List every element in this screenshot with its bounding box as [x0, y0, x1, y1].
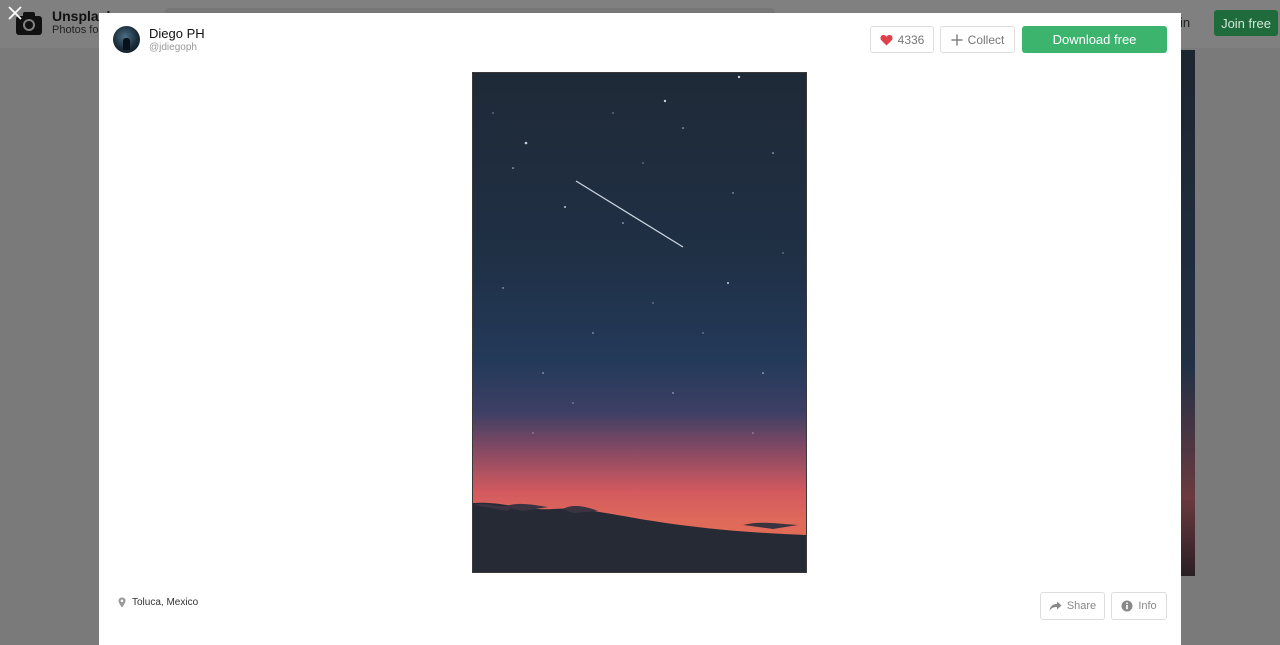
close-icon[interactable]	[6, 4, 24, 22]
location-label: Toluca, Mexico	[132, 597, 199, 608]
user-handle[interactable]: @jdiegoph	[149, 42, 197, 53]
location[interactable]: Toluca, Mexico	[118, 597, 198, 608]
share-button[interactable]: Share	[1040, 592, 1105, 620]
info-icon	[1121, 600, 1133, 612]
like-button[interactable]: 4336	[870, 26, 934, 53]
avatar[interactable]	[113, 26, 140, 53]
collect-label: Collect	[967, 32, 1005, 47]
map-pin-icon	[118, 597, 126, 608]
share-arrow-icon	[1049, 601, 1062, 611]
photo-modal: Diego PH @jdiegoph 4336 Collect Download…	[99, 13, 1181, 645]
user-name[interactable]: Diego PH	[149, 26, 205, 41]
like-count: 4336	[897, 32, 925, 47]
join-free-button[interactable]: Join free	[1214, 10, 1278, 36]
info-label: Info	[1138, 600, 1157, 612]
photo[interactable]	[472, 72, 807, 573]
login-link[interactable]: in	[1180, 15, 1190, 30]
download-button[interactable]: Download free	[1022, 26, 1167, 53]
heart-icon	[880, 34, 893, 45]
collect-button[interactable]: Collect	[940, 26, 1015, 53]
info-button[interactable]: Info	[1111, 592, 1167, 620]
share-label: Share	[1066, 600, 1097, 612]
brand-tagline: Photos fo	[52, 24, 99, 36]
background-photo-edge	[1181, 50, 1195, 576]
plus-icon	[951, 34, 963, 45]
